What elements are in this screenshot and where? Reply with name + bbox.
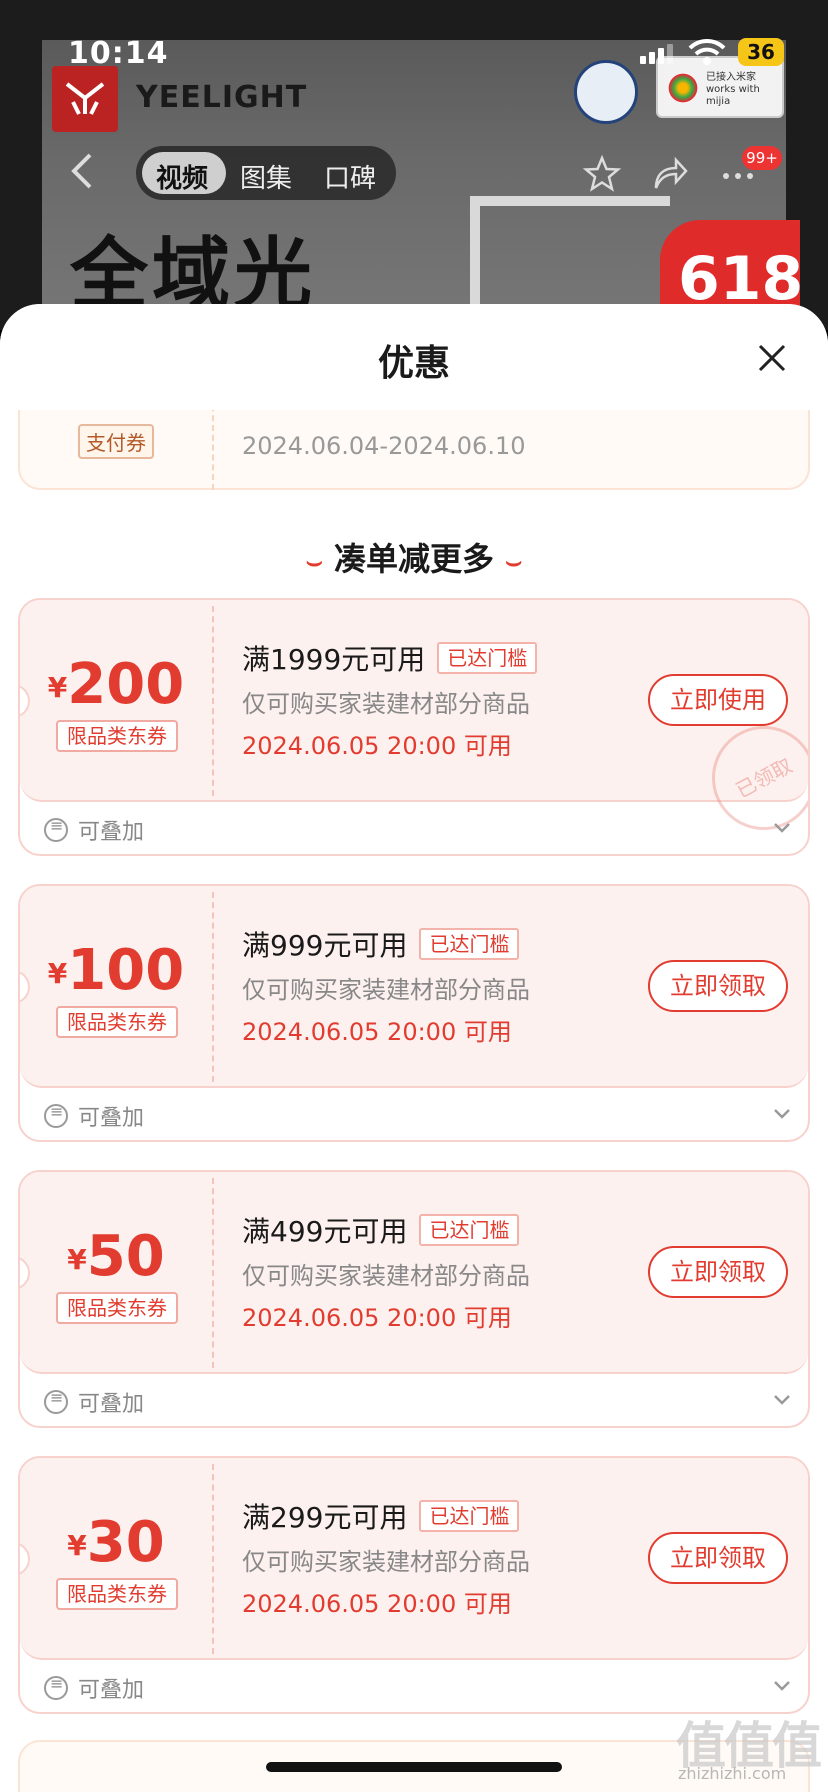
coupon-scope: 仅可购买家装建材部分商品: [242, 1548, 530, 1576]
coupon-card: ¥200 限品类东券 满1999元可用 已达门槛 仅可购买家装建材部分商品 202…: [18, 598, 810, 856]
tab-gallery[interactable]: 图集: [240, 158, 292, 195]
coupon-type-tag: 限品类东券: [56, 1578, 178, 1610]
discount-sheet: 支付券 2024.06.04-2024.06.10 优惠 ⌣ 凑单减更多 ⌣ ¥…: [0, 304, 828, 1792]
coupon-condition: 满499元可用 已达门槛: [242, 1210, 520, 1250]
coupon-body: ¥100 限品类东券 满999元可用 已达门槛 仅可购买家装建材部分商品 2024…: [20, 886, 808, 1088]
site-watermark-domain: zhizhizhi.com: [678, 1764, 787, 1783]
coupon-type-tag: 限品类东券: [56, 720, 178, 752]
stackable-label: 可叠加: [78, 1678, 145, 1703]
stackable-label: 可叠加: [78, 1106, 145, 1131]
coupon-body: ¥200 限品类东券 满1999元可用 已达门槛 仅可购买家装建材部分商品 202…: [20, 600, 808, 849]
wifi-icon: [688, 38, 726, 65]
section-title: ⌣ 凑单减更多 ⌣: [305, 540, 523, 578]
status-bar: 10:14 36: [0, 0, 828, 96]
coupon-card: ¥30 限品类东券 满299元可用 已达门槛 仅可购买家装建材部分商品 2024.…: [18, 1456, 810, 1714]
coupon-condition: 满1999元可用 已达门槛: [242, 638, 538, 678]
coupon-card: ¥100 限品类东券 满999元可用 已达门槛 仅可购买家装建材部分商品 2024…: [18, 884, 810, 1142]
chevron-down-icon[interactable]: [772, 1104, 792, 1124]
tab-reviews[interactable]: 口碑: [324, 158, 376, 195]
coupon-type-tag: 限品类东券: [56, 1006, 178, 1038]
coupon-type-tag: 限品类东券: [56, 1292, 178, 1324]
chevron-down-icon[interactable]: [772, 1676, 792, 1696]
stackable-label: 可叠加: [78, 820, 145, 845]
cellular-signal-icon: [640, 44, 676, 64]
smile-deco-icon: ⌣: [505, 547, 523, 577]
battery-indicator: 36: [738, 38, 784, 66]
stackable-label: 可叠加: [78, 1392, 145, 1417]
coupon-scope: 仅可购买家装建材部分商品: [242, 1262, 530, 1290]
stack-icon: [44, 816, 68, 842]
media-tabs: 视频 图集 口碑: [136, 146, 396, 200]
close-icon[interactable]: [756, 342, 788, 374]
coupon-scope: 仅可购买家装建材部分商品: [242, 690, 530, 718]
home-indicator[interactable]: [266, 1762, 562, 1772]
coupon-validity: 2024.06.05 20:00 可用: [242, 1018, 512, 1046]
stackable-row[interactable]: 可叠加: [20, 1090, 808, 1140]
claim-now-button[interactable]: 立即领取: [648, 1246, 788, 1298]
coupon-amount: ¥30: [67, 1510, 165, 1575]
back-icon[interactable]: [70, 152, 94, 190]
sheet-header: 优惠: [0, 304, 828, 410]
coupon-validity: 2024.06.05 20:00 可用: [242, 1304, 512, 1332]
coupon-body: ¥30 限品类东券 满299元可用 已达门槛 仅可购买家装建材部分商品 2024.…: [20, 1458, 808, 1660]
coupon-amount: ¥200: [47, 652, 185, 717]
star-icon[interactable]: [582, 154, 622, 194]
coupon-divider: [212, 606, 214, 796]
coupon-divider: [212, 892, 214, 1082]
use-now-button[interactable]: 立即使用: [648, 674, 788, 726]
chevron-down-icon[interactable]: [772, 818, 792, 838]
threshold-badge: 已达门槛: [419, 1500, 520, 1532]
tab-video[interactable]: 视频: [156, 158, 208, 195]
stackable-row[interactable]: 可叠加: [20, 804, 808, 854]
chevron-down-icon[interactable]: [772, 1390, 792, 1410]
coupon-divider: [212, 1464, 214, 1654]
share-icon[interactable]: [650, 154, 690, 194]
coupon-scope: 仅可购买家装建材部分商品: [242, 976, 530, 1004]
coupon-divider: [212, 1178, 214, 1368]
stackable-row[interactable]: 可叠加: [20, 1376, 808, 1426]
stack-icon: [44, 1102, 68, 1128]
coupon-validity: 2024.06.05 20:00 可用: [242, 1590, 512, 1618]
threshold-badge: 已达门槛: [419, 1214, 520, 1246]
claim-now-button[interactable]: 立即领取: [648, 1532, 788, 1584]
coupon-body: ¥50 限品类东券 满499元可用 已达门槛 仅可购买家装建材部分商品 2024.…: [20, 1172, 808, 1374]
coupon-card: ¥50 限品类东券 满499元可用 已达门槛 仅可购买家装建材部分商品 2024.…: [18, 1170, 810, 1428]
coupon-validity: 2024.06.05 20:00 可用: [242, 732, 512, 760]
coupon-amount: ¥100: [47, 938, 185, 1003]
coupon-type-tag: 支付券: [78, 424, 154, 459]
coupon-amount: ¥50: [67, 1224, 165, 1289]
sheet-title: 优惠: [377, 343, 450, 384]
threshold-badge: 已达门槛: [437, 642, 538, 674]
stack-icon: [44, 1388, 68, 1414]
coupon-condition: 满299元可用 已达门槛: [242, 1496, 520, 1536]
stack-icon: [44, 1674, 68, 1700]
coupon-validity: 2024.06.04-2024.06.10: [242, 432, 526, 460]
threshold-badge: 已达门槛: [419, 928, 520, 960]
status-time: 10:14: [68, 36, 169, 71]
coupon-condition: 满999元可用 已达门槛: [242, 924, 520, 964]
claim-now-button[interactable]: 立即领取: [648, 960, 788, 1012]
smile-deco-icon: ⌣: [305, 547, 323, 577]
notification-badge: 99+: [742, 146, 782, 170]
